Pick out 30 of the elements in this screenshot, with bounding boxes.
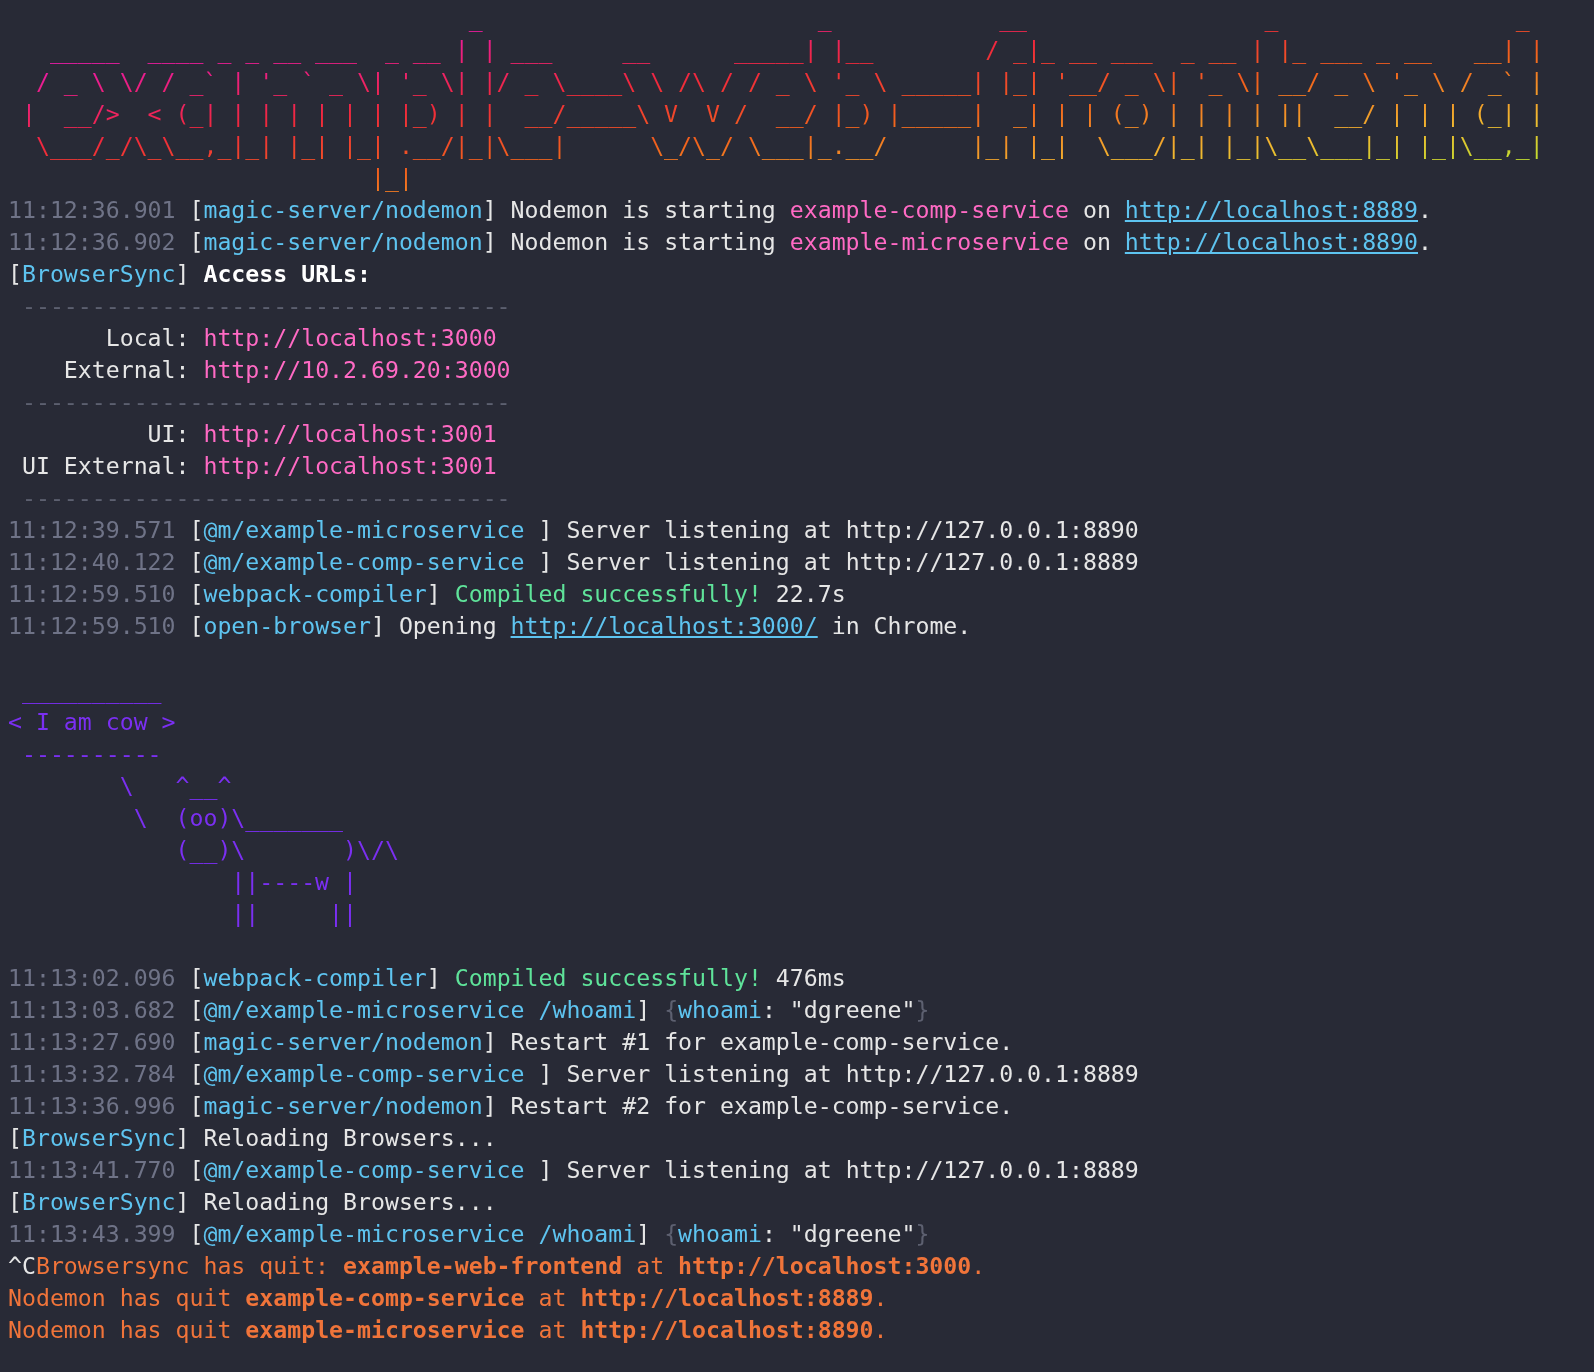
log-line: 11:13:43.399 [@m/example-microservice /whoami] {whoami: "dgreene"} (8, 1219, 931, 1249)
log-line: 11:12:36.901 [magic-server/nodemon] Nodemon is starting example-comp-service on http://localhost:8889. (8, 195, 1433, 225)
link[interactable]: http://localhost:8889 (1124, 196, 1418, 223)
log-line: 11:12:40.122 [@m/example-comp-service ] Server listening at http://127.0.0.1:8889 (8, 547, 1140, 577)
log-line: 11:12:36.902 [magic-server/nodemon] Nodemon is starting example-microservice on http://localhost:8890. (8, 227, 1433, 257)
log-line: 11:12:39.571 [@m/example-microservice ] Server listening at http://127.0.0.1:8890 (8, 515, 1140, 545)
cowsay-ascii-art: __________ < I am cow > ---------- \ ^__^ \ (oo)\_______ (__)\ )\/\ ||----w | || || (8, 675, 399, 929)
log-line: [BrowserSync] Reloading Browsers... (8, 1187, 498, 1217)
link[interactable]: http://localhost:3000/ (510, 612, 818, 639)
log-line: ----------------------------------- (20, 483, 512, 513)
log-line: Nodemon has quit example-microservice at http://localhost:8890. (8, 1315, 889, 1345)
log-line: [BrowserSync] Access URLs: (8, 259, 372, 289)
log-line: 11:13:32.784 [@m/example-comp-service ] Server listening at http://127.0.0.1:8889 (8, 1059, 1140, 1089)
log-line: External: http://10.2.69.20:3000 (62, 355, 512, 385)
log-line: Local: http://localhost:3000 (104, 323, 498, 353)
log-line: UI: http://localhost:3001 (146, 419, 498, 449)
log-line: 11:12:59.510 [webpack-compiler] Compiled successfully! 22.7s (8, 579, 847, 609)
log-line: ^CBrowsersync has quit: example-web-frontend at http://localhost:3000. (8, 1251, 987, 1281)
log-line: 11:13:02.096 [webpack-compiler] Compiled successfully! 476ms (8, 963, 847, 993)
log-line: UI External: http://localhost:3001 (20, 451, 498, 481)
log-line: 11:12:59.510 [open-browser] Opening http://localhost:3000/ in Chrome. (8, 611, 973, 641)
log-line: ----------------------------------- (20, 291, 512, 321)
link[interactable]: http://localhost:8890 (1124, 228, 1418, 255)
log-line: 11:13:41.770 [@m/example-comp-service ] Server listening at http://127.0.0.1:8889 (8, 1155, 1140, 1185)
log-line: 11:13:36.996 [magic-server/nodemon] Restart #2 for example-comp-service. (8, 1091, 1015, 1121)
log-line: 11:13:03.682 [@m/example-microservice /whoami] {whoami: "dgreene"} (8, 995, 931, 1025)
log-line: 11:13:27.690 [magic-server/nodemon] Restart #1 for example-comp-service. (8, 1027, 1015, 1057)
log-line: Nodemon has quit example-comp-service at http://localhost:8889. (8, 1283, 889, 1313)
log-line: ----------------------------------- (20, 387, 512, 417)
log-line: [BrowserSync] Reloading Browsers... (8, 1123, 498, 1153)
